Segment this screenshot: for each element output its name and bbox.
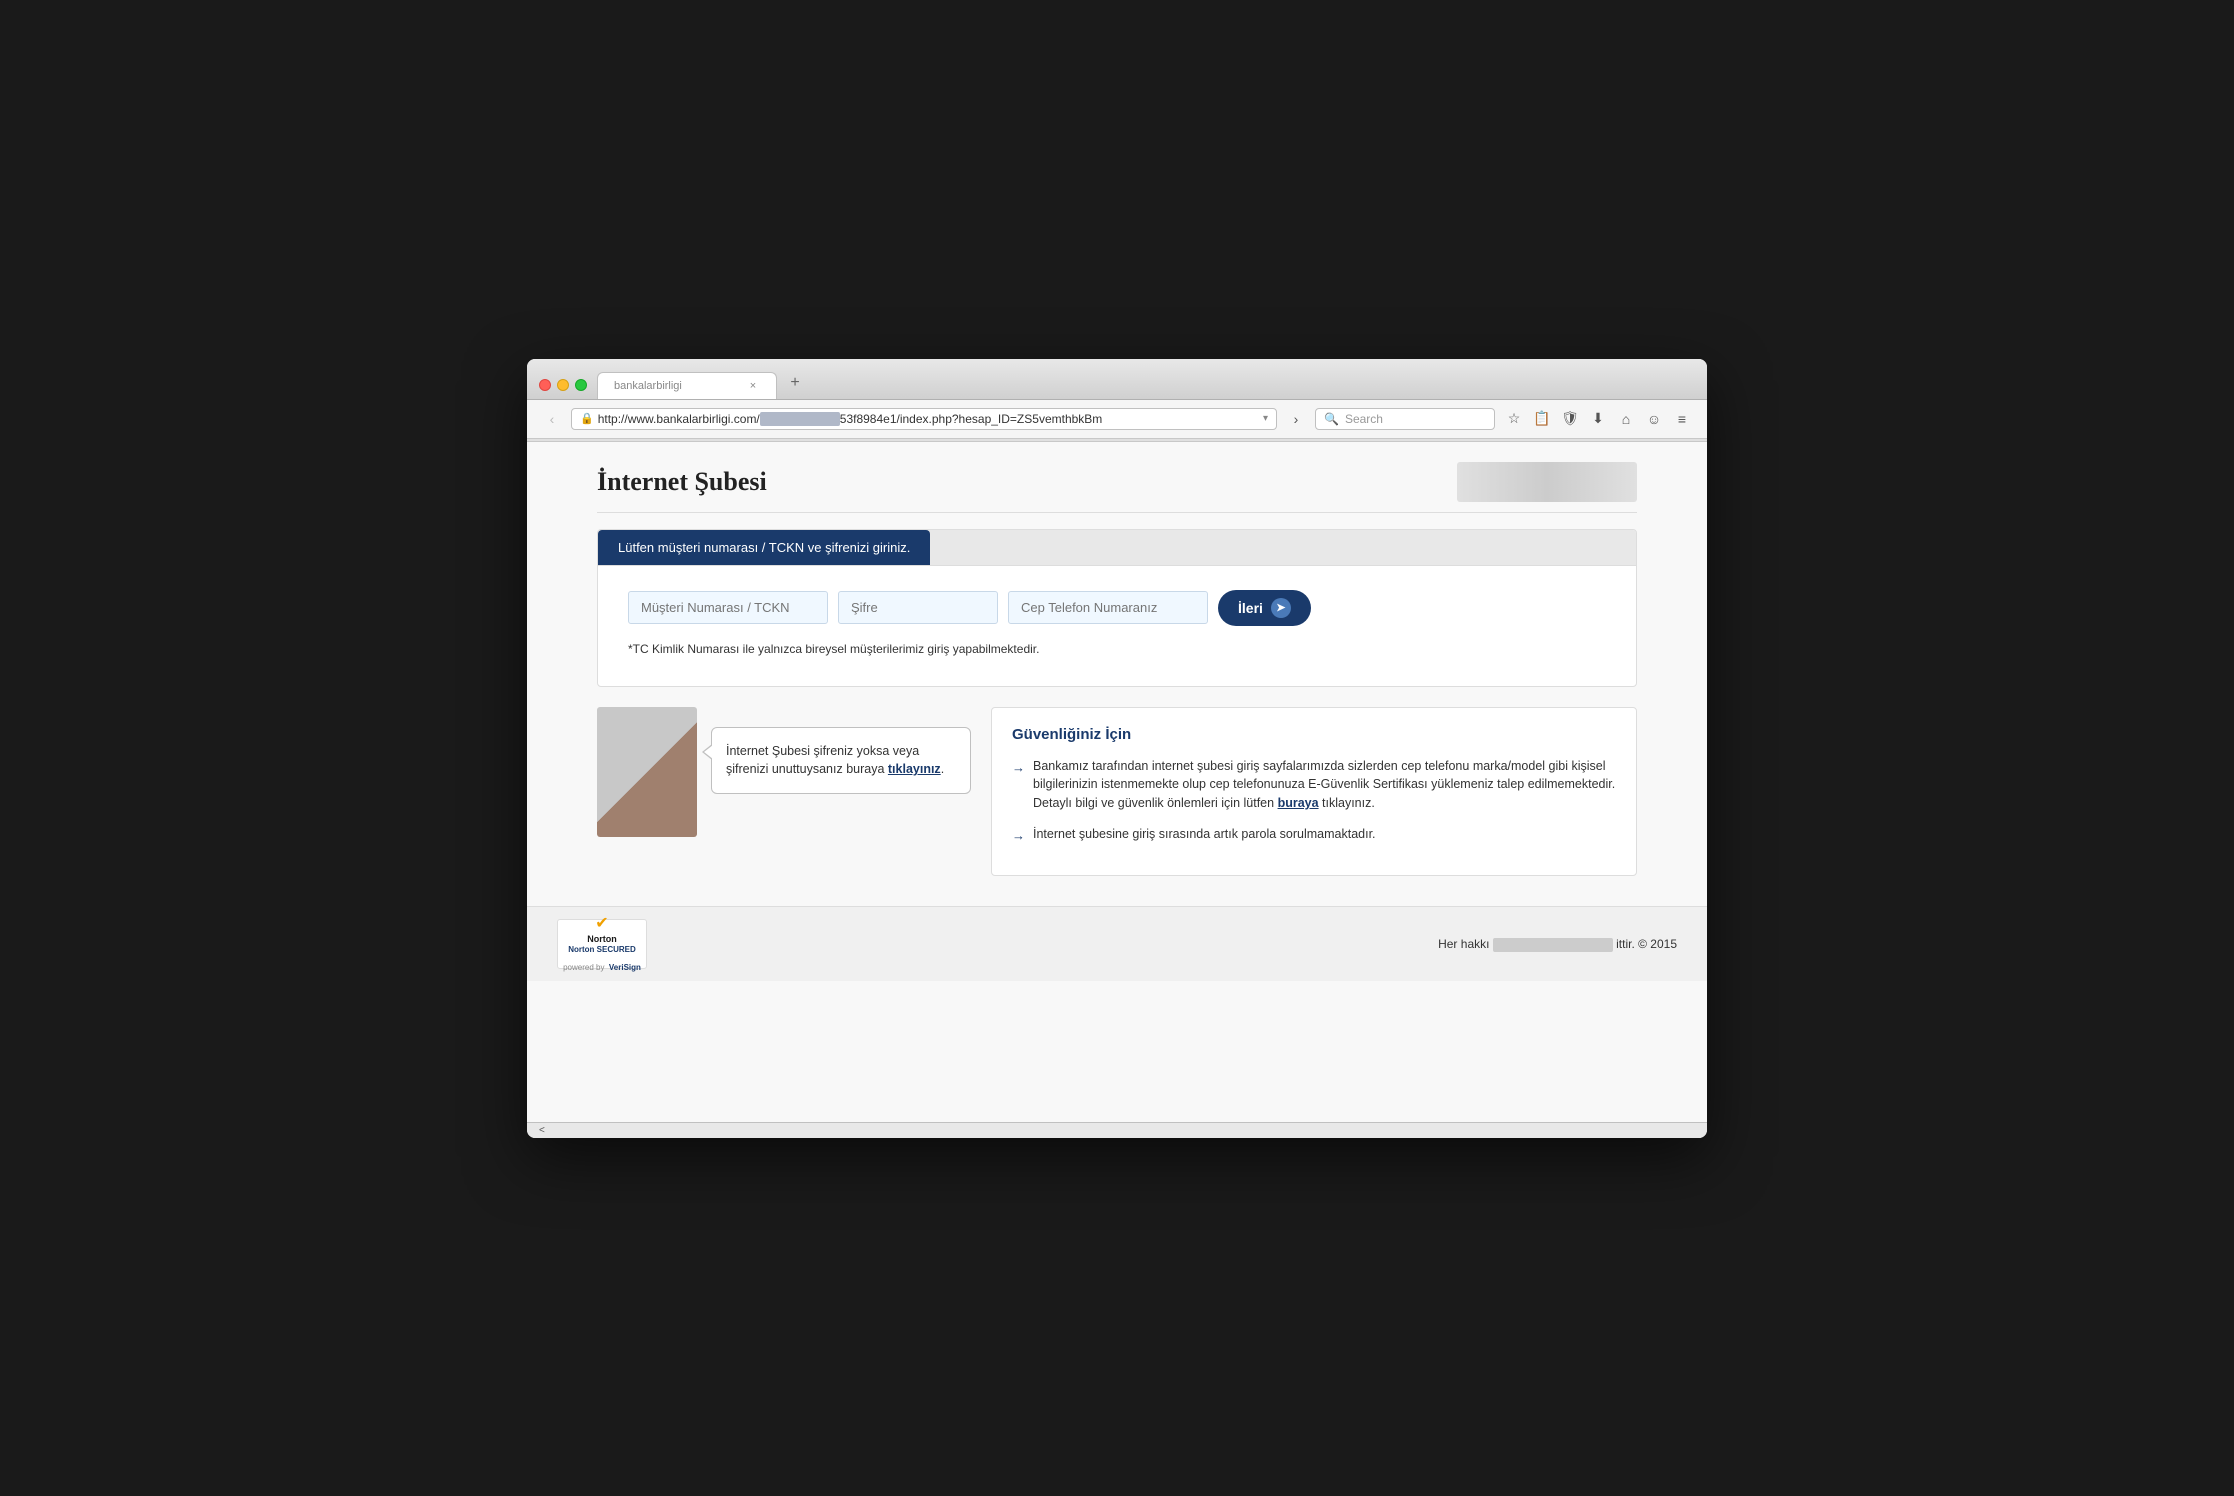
security-title: Güvenliğiniz İçin xyxy=(1012,726,1616,743)
status-text: < xyxy=(539,1125,545,1136)
minimize-button[interactable] xyxy=(557,379,569,391)
search-icon: 🔍 xyxy=(1324,412,1339,426)
url-text: http://www.bankalarbirligi.com/ 53f8984e… xyxy=(598,412,1259,426)
login-tab-label[interactable]: Lütfen müşteri numarası / TCKN ve şifren… xyxy=(598,530,930,565)
page-content: İnternet Şubesi Lütfen müşteri numarası … xyxy=(527,442,1707,1122)
login-box: Lütfen müşteri numarası / TCKN ve şifren… xyxy=(597,529,1637,687)
active-tab[interactable]: bankalarbirligi × xyxy=(597,372,777,399)
security-text-1: Bankamız tarafından internet şubesi giri… xyxy=(1033,757,1616,813)
title-bar: bankalarbirligi × + xyxy=(527,359,1707,400)
traffic-lights xyxy=(539,379,587,391)
security-item-1: → Bankamız tarafından internet şubesi gi… xyxy=(1012,757,1616,813)
arrow-icon-1: → xyxy=(1012,758,1025,813)
page-title: İnternet Şubesi xyxy=(597,467,767,497)
login-tab-row: Lütfen müşteri numarası / TCKN ve şifren… xyxy=(598,530,1636,566)
close-button[interactable] xyxy=(539,379,551,391)
emoji-icon[interactable]: ☺ xyxy=(1641,406,1667,432)
norton-text: Norton Norton SECURED xyxy=(568,935,636,955)
browser-window: bankalarbirligi × + ‹ 🔒 http://www.banka… xyxy=(527,359,1707,1138)
download-icon[interactable]: ⬇ xyxy=(1585,406,1611,432)
sifre-input[interactable] xyxy=(838,591,998,624)
tab-bar: bankalarbirligi × + xyxy=(597,369,1695,399)
lock-icon: 🔒 xyxy=(580,412,594,425)
security-card: Güvenliğiniz İçin → Bankamız tarafından … xyxy=(991,707,1637,877)
login-form-area: İleri ➤ *TC Kimlik Numarası ile yalnızca… xyxy=(598,566,1636,686)
new-tab-button[interactable]: + xyxy=(781,369,809,397)
norton-logo-box: ✔ Norton Norton SECURED powered by VeriS… xyxy=(557,919,647,969)
bank-logo xyxy=(1457,462,1637,502)
search-bar[interactable]: 🔍 Search xyxy=(1315,408,1495,430)
login-inputs: İleri ➤ xyxy=(628,590,1606,626)
powered-by: powered by VeriSign xyxy=(563,957,641,975)
arrow-icon-2: → xyxy=(1012,826,1025,846)
ileri-button[interactable]: İleri ➤ xyxy=(1218,590,1311,626)
dropdown-icon[interactable]: ▾ xyxy=(1263,413,1268,424)
footer-reserved-blurred xyxy=(1493,938,1613,952)
ileri-label: İleri xyxy=(1238,600,1263,616)
shield-icon[interactable]: 🛡 xyxy=(1557,406,1583,432)
footer-copyright: Her hakkı ittir. © 2015 xyxy=(647,937,1677,952)
security-item-2: → İnternet şubesine giriş sırasında artı… xyxy=(1012,825,1616,846)
forward-button[interactable]: › xyxy=(1283,406,1309,432)
speech-bubble: İnternet Şubesi şifreniz yoksa veya şifr… xyxy=(711,727,971,795)
back-button[interactable]: ‹ xyxy=(539,406,565,432)
norton-badge: ✔ Norton Norton SECURED powered by VeriS… xyxy=(557,919,647,969)
ileri-arrow-icon: ➤ xyxy=(1271,598,1291,618)
nav-bar: ‹ 🔒 http://www.bankalarbirligi.com/ 53f8… xyxy=(527,400,1707,439)
menu-icon[interactable]: ≡ xyxy=(1669,406,1695,432)
security-text-2: İnternet şubesine giriş sırasında artık … xyxy=(1033,825,1376,846)
cep-input[interactable] xyxy=(1008,591,1208,624)
reader-icon[interactable]: 📋 xyxy=(1529,406,1555,432)
security-link-1[interactable]: buraya xyxy=(1278,796,1319,810)
secured-label: Norton SECURED xyxy=(568,945,636,954)
home-icon[interactable]: ⌂ xyxy=(1613,406,1639,432)
page-header: İnternet Şubesi xyxy=(597,462,1637,513)
person-image xyxy=(597,707,697,837)
nav-icons: ☆ 📋 🛡 ⬇ ⌂ ☺ ≡ xyxy=(1501,406,1695,432)
left-card: İnternet Şubesi şifreniz yoksa veya şifr… xyxy=(597,707,971,877)
bookmark-icon[interactable]: ☆ xyxy=(1501,406,1527,432)
login-note: *TC Kimlik Numarası ile yalnızca bireyse… xyxy=(628,642,1606,656)
tab-title: bankalarbirligi xyxy=(614,380,738,392)
speech-link[interactable]: tıklayınız xyxy=(888,762,941,776)
norton-label: Norton xyxy=(587,934,617,944)
norton-check-icon: ✔ xyxy=(595,913,608,933)
tab-close-icon[interactable]: × xyxy=(746,379,760,393)
maximize-button[interactable] xyxy=(575,379,587,391)
status-bar: < xyxy=(527,1122,1707,1138)
page-inner: İnternet Şubesi Lütfen müşteri numarası … xyxy=(567,442,1667,907)
info-section: İnternet Şubesi şifreniz yoksa veya şifr… xyxy=(597,707,1637,877)
search-placeholder-text: Search xyxy=(1345,412,1383,426)
address-bar[interactable]: 🔒 http://www.bankalarbirligi.com/ 53f898… xyxy=(571,408,1277,430)
page-footer: ✔ Norton Norton SECURED powered by VeriS… xyxy=(527,906,1707,981)
musteri-input[interactable] xyxy=(628,591,828,624)
